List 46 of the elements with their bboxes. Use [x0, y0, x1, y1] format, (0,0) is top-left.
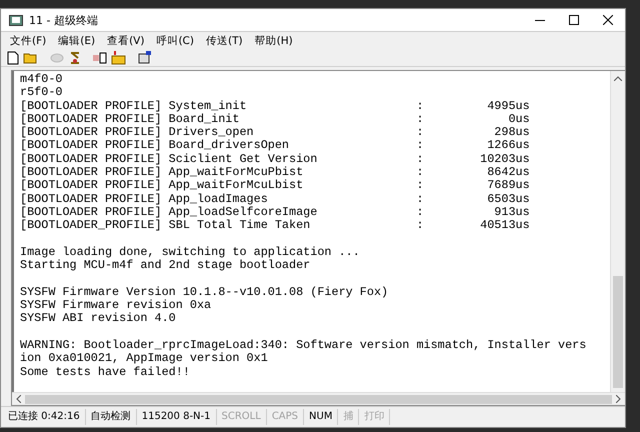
status-text: 自动检测 — [86, 409, 137, 425]
terminal-line: [BOOTLOADER PROFILE] App_loadImages : 6503us — [20, 192, 531, 206]
status-text: 打印 — [359, 409, 390, 425]
terminal-line: [BOOTLOADER PROFILE] Board_driversOpen : 1266us — [20, 139, 531, 153]
menu-item[interactable]: 查看(V) — [102, 34, 150, 48]
terminal-line: WARNING: Bootloader_rprcImageLoad:340: Software version mismatch, Installer vers — [20, 338, 588, 352]
terminal-line: [BOOTLOADER PROFILE] Board_init : 0us — [20, 112, 531, 126]
vertical-scrollbar[interactable] — [610, 71, 625, 392]
terminal-line: [BOOTLOADER PROFILE] App_waitForMcuLbist : 7689us — [20, 179, 531, 193]
menu-item[interactable]: 呼叫(C) — [151, 34, 199, 48]
terminal-line: [BOOTLOADER PROFILE] Drivers_open : 298us — [20, 126, 531, 140]
horizontal-scrollbar[interactable] — [12, 392, 625, 405]
menu-item[interactable]: 帮助(H) — [250, 34, 298, 48]
terminal-line: m4f0-0 — [20, 73, 64, 86]
menu-item[interactable]: 传送(T) — [200, 34, 248, 48]
terminal-line: r5f0-0 — [20, 86, 64, 100]
menu-item[interactable]: 文件(F) — [5, 34, 52, 48]
status-text: 捕 — [338, 409, 360, 425]
scrollbar-thumb[interactable] — [25, 394, 612, 404]
window-properties-icon[interactable] — [137, 50, 153, 66]
terminal-line: Some tests have failed!! — [20, 366, 191, 379]
maximize-icon — [569, 15, 579, 25]
status-text: 已连接 0:42:16 — [3, 409, 86, 425]
terminal-line: [BOOTLOADER_PROFILE] SBL Total Time Taken : 40513us — [20, 219, 531, 233]
status-text: SCROLL — [216, 409, 267, 425]
terminal-line: SYSFW Firmware revision 0xa — [20, 299, 212, 312]
window-title: 11 - 超级终端 — [29, 12, 99, 28]
status-text: 115200 8-N-1 — [136, 409, 217, 425]
terminal-line: [BOOTLOADER PROFILE] App_loadSelfcoreImage : 913us — [20, 206, 531, 220]
menu-item[interactable]: 编辑(E) — [53, 34, 100, 48]
terminal-line: ion 0xa010021, AppImage version 0x1 — [20, 352, 269, 366]
terminal-line: SYSFW Firmware Version 10.1.8--v10.01.08 (Fiery Fox) — [20, 286, 390, 300]
status-text: NUM — [304, 409, 338, 425]
folder-receive-icon[interactable] — [111, 50, 127, 66]
terminal-line: [BOOTLOADER PROFILE] System_init : 4995us — [20, 100, 531, 113]
status-text: CAPS — [266, 409, 304, 425]
page-send-icon[interactable] — [93, 50, 109, 66]
terminal-line: SYSFW ABI revision 4.0 — [20, 312, 177, 326]
terminal-line: [BOOTLOADER PROFILE] Sciclient Get Version : 10203us — [20, 152, 531, 166]
scrollbar-thumb[interactable] — [613, 276, 623, 388]
blank-page-icon[interactable] — [5, 50, 21, 66]
terminal-line: Image loading done, switching to application ... — [20, 246, 361, 260]
terminal-line: [BOOTLOADER PROFILE] App_waitForMcuPbist : 8642us — [20, 166, 531, 180]
app-icon — [9, 14, 23, 26]
close-icon — [603, 15, 613, 25]
terminal-line: Starting MCU-m4f and 2nd stage bootloader — [20, 259, 312, 272]
